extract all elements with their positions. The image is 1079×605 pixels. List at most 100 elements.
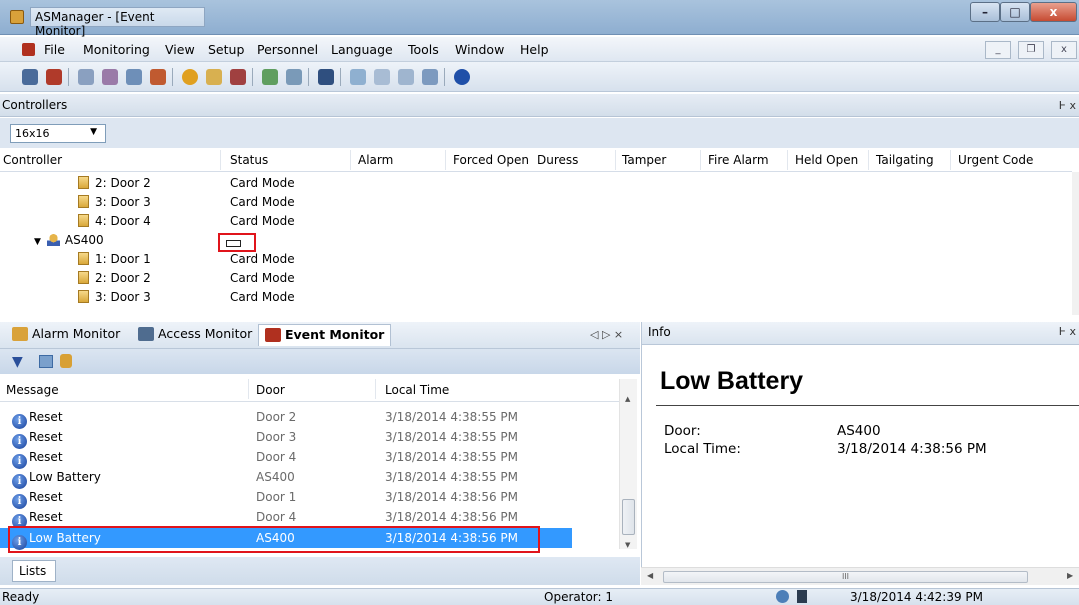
info-horizontal-scrollbar[interactable]: ◀ III ▶ <box>641 567 1079 585</box>
tab-nav-buttons[interactable]: ◁ ▷ × <box>590 328 623 350</box>
document-icon[interactable] <box>22 43 35 56</box>
tree-row-door[interactable]: 2: Door 2 <box>78 176 151 195</box>
scroll-right-icon[interactable]: ▶ <box>1067 571 1073 580</box>
event-time: 3/18/2014 4:38:55 PM <box>385 410 519 424</box>
holiday-icon[interactable] <box>286 69 302 85</box>
menu-language[interactable]: Language <box>331 42 393 57</box>
filter-icon[interactable]: ▼ <box>12 354 23 370</box>
mdi-close-button[interactable]: x <box>1051 41 1077 59</box>
door-value: AS400 <box>837 423 881 439</box>
pin-icon[interactable]: Ͱ x <box>1059 99 1076 112</box>
monitor-tabs: Alarm Monitor Access Monitor Event Monit… <box>0 322 640 349</box>
menu-help[interactable]: Help <box>520 42 549 57</box>
selected-event-highlight <box>8 526 540 553</box>
lock-icon[interactable] <box>60 354 72 368</box>
network-icon[interactable] <box>78 69 94 85</box>
select-icon[interactable] <box>39 355 53 368</box>
col-urgent-code[interactable]: Urgent Code <box>958 153 1033 167</box>
tree-row-door[interactable]: 3: Door 3 <box>78 290 151 309</box>
window-maximize-button[interactable]: □ <box>1000 2 1030 22</box>
pin-icon[interactable]: Ͱ x <box>1059 325 1076 338</box>
grid-size-select[interactable]: 16x16 ▼ <box>10 124 106 143</box>
toolbar <box>0 62 1079 92</box>
book-icon[interactable] <box>150 69 166 85</box>
monitor-icon[interactable] <box>350 69 366 85</box>
tab-access-monitor[interactable]: Access Monitor <box>138 326 252 348</box>
status-text: Ready <box>2 590 40 604</box>
list-item[interactable]: i Reset Door 4 3/18/2014 4:38:56 PM <box>0 507 630 529</box>
tab-event-monitor[interactable]: Event Monitor <box>258 324 392 346</box>
column-divider <box>350 150 351 170</box>
controllers-scrollbar[interactable] <box>1072 172 1079 315</box>
calendar-icon[interactable] <box>206 69 222 85</box>
status-datetime: 3/18/2014 4:42:39 PM <box>850 590 984 604</box>
list-item[interactable]: i Reset Door 2 3/18/2014 4:38:55 PM <box>0 407 630 429</box>
scroll-down-icon[interactable]: ▼ <box>625 541 630 549</box>
col-tamper[interactable]: Tamper <box>622 153 666 167</box>
event-time: 3/18/2014 4:38:55 PM <box>385 470 519 484</box>
menu-setup[interactable]: Setup <box>208 42 244 57</box>
user-icon[interactable] <box>318 69 334 85</box>
door-icon <box>78 176 89 189</box>
tab-lists[interactable]: Lists <box>12 560 56 582</box>
controller-icon[interactable] <box>102 69 118 85</box>
local-time-value: 3/18/2014 4:38:56 PM <box>837 441 987 457</box>
col-held-open[interactable]: Held Open <box>795 153 858 167</box>
operator-label: Operator: 1 <box>544 590 613 604</box>
tree-row-label: 1: Door 1 <box>95 252 151 266</box>
door-settings-icon[interactable] <box>126 69 142 85</box>
menu-file[interactable]: File <box>44 42 65 57</box>
col-duress[interactable]: Duress <box>537 153 578 167</box>
menu-personnel[interactable]: Personnel <box>257 42 318 57</box>
mdi-restore-button[interactable]: ❐ <box>1018 41 1044 59</box>
access-group-icon[interactable] <box>262 69 278 85</box>
event-message: Reset <box>29 510 63 524</box>
tree-row-door[interactable]: 4: Door 4 <box>78 214 151 233</box>
col-local-time[interactable]: Local Time <box>385 383 449 397</box>
col-status[interactable]: Status <box>230 153 268 167</box>
tree-row-door[interactable]: 3: Door 3 <box>78 195 151 214</box>
tree-row-label: 2: Door 2 <box>95 176 151 190</box>
col-alarm[interactable]: Alarm <box>358 153 393 167</box>
col-tailgating[interactable]: Tailgating <box>876 153 934 167</box>
col-message[interactable]: Message <box>6 383 59 397</box>
scroll-left-icon[interactable]: ◀ <box>647 571 653 580</box>
help-icon[interactable] <box>454 69 470 85</box>
time-zone-icon[interactable] <box>230 69 246 85</box>
login-icon[interactable] <box>22 69 38 85</box>
clock-icon[interactable] <box>182 69 198 85</box>
tree-row-door[interactable]: 1: Door 1 <box>78 252 151 271</box>
tree-row-label: AS400 <box>64 233 104 247</box>
col-forced-open[interactable]: Forced Open <box>453 153 529 167</box>
scrollbar-thumb[interactable] <box>622 499 635 535</box>
list-item[interactable]: i Reset Door 4 3/18/2014 4:38:55 PM <box>0 447 630 469</box>
col-fire-alarm[interactable]: Fire Alarm <box>708 153 769 167</box>
window-close-button[interactable]: x <box>1030 2 1077 22</box>
col-controller[interactable]: Controller <box>3 153 62 167</box>
event-list-scrollbar[interactable]: ▲ ▼ <box>619 379 637 549</box>
menu-window[interactable]: Window <box>455 42 504 57</box>
menu-tools[interactable]: Tools <box>408 42 439 57</box>
window-minimize-button[interactable]: – <box>970 2 1000 22</box>
menu-view[interactable]: View <box>165 42 195 57</box>
tree-row-door[interactable]: 2: Door 2 <box>78 271 151 290</box>
status-cell: Card Mode <box>230 290 295 304</box>
scrollbar-thumb[interactable]: III <box>663 571 1028 583</box>
list-item[interactable]: i Reset Door 1 3/18/2014 4:38:56 PM <box>0 487 630 509</box>
col-door[interactable]: Door <box>256 383 285 397</box>
log-icon[interactable] <box>398 69 414 85</box>
expand-arrow-icon[interactable]: ▼ <box>34 237 41 247</box>
logout-icon[interactable] <box>46 69 62 85</box>
list-item[interactable]: i Reset Door 3 3/18/2014 4:38:55 PM <box>0 427 630 449</box>
report-icon[interactable] <box>422 69 438 85</box>
list-item[interactable]: i Low Battery AS400 3/18/2014 4:38:55 PM <box>0 467 630 489</box>
car-icon[interactable] <box>374 69 390 85</box>
toolbar-separator <box>308 68 309 86</box>
scroll-up-icon[interactable]: ▲ <box>625 395 630 403</box>
mdi-minimize-button[interactable]: _ <box>985 41 1011 59</box>
menu-monitoring[interactable]: Monitoring <box>83 42 150 57</box>
door-label: Door: <box>664 423 701 439</box>
tree-row-controller[interactable]: ▼ AS400 <box>34 233 104 252</box>
tree-row-label: 3: Door 3 <box>95 290 151 304</box>
tab-alarm-monitor[interactable]: Alarm Monitor <box>12 326 120 348</box>
